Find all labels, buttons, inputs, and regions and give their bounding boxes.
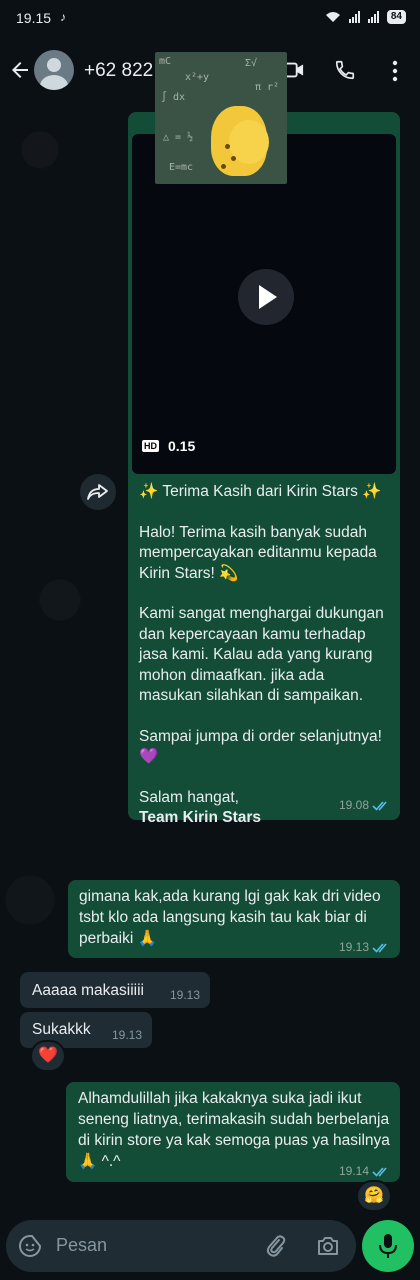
message-bubble-incoming[interactable]: Aaaaa makasiiiii 19.13	[20, 972, 210, 1008]
more-options-icon[interactable]	[392, 60, 398, 82]
message-meta: 19.13	[339, 940, 390, 954]
message-time: 19.14	[338, 1164, 369, 1178]
status-time: 19.15	[16, 10, 52, 26]
message-meta: 19.14	[339, 1164, 390, 1178]
wifi-icon	[325, 12, 340, 22]
message-text: Aaaaa makasiiiii	[32, 982, 144, 999]
signal-icon-2	[367, 11, 379, 23]
forward-icon	[87, 484, 108, 500]
message-time: 19.13	[338, 940, 369, 954]
read-ticks-icon	[372, 1166, 387, 1177]
message-text: Alhamdulillah jika kakaknya suka jadi ik…	[78, 1090, 390, 1170]
signal-icon	[348, 11, 360, 23]
caption-title: ✨ Terima Kasih dari Kirin Stars ✨	[139, 483, 382, 500]
avatar[interactable]	[34, 50, 74, 90]
microphone-icon	[379, 1234, 397, 1258]
message-text: Sukakkk	[32, 1021, 91, 1038]
status-bar: 19.15 ♪ 84	[0, 0, 420, 38]
message-input-bar[interactable]: Pesan	[6, 1220, 356, 1272]
message-input[interactable]: Pesan	[56, 1235, 107, 1256]
forward-button[interactable]	[80, 474, 116, 510]
caption-paragraph-1: Halo! Terima kasih banyak sudah memperca…	[139, 523, 377, 582]
caption-paragraph-2: Kami sangat menghargai dukungan dan kepe…	[139, 605, 384, 704]
voice-message-button[interactable]	[362, 1220, 414, 1272]
play-button[interactable]	[238, 269, 294, 325]
sticker-emoji-icon[interactable]	[18, 1234, 42, 1258]
video-thumbnail[interactable]: HD 0.15	[132, 134, 396, 474]
camera-icon[interactable]	[316, 1235, 340, 1257]
read-ticks-icon	[372, 800, 387, 811]
play-icon	[259, 285, 277, 309]
video-message-bubble[interactable]: HD 0.15 ✨ Terima Kasih dari Kirin Stars …	[128, 112, 400, 826]
tiktok-notification-icon: ♪	[60, 10, 66, 24]
back-arrow-icon[interactable]	[8, 58, 32, 82]
message-meta: 19.08	[339, 798, 390, 812]
hd-badge: HD	[142, 440, 159, 452]
contact-name[interactable]: +62 822	[84, 60, 153, 82]
status-icons: 84	[325, 10, 406, 24]
message-reaction[interactable]: ❤️	[30, 1040, 66, 1072]
message-time: 19.13	[169, 988, 200, 1002]
video-caption: ✨ Terima Kasih dari Kirin Stars ✨ Halo! …	[139, 482, 389, 829]
sticker-image[interactable]: mC x²+y Σ√ ∫ dx π r² △ = ½ E=mc	[155, 52, 287, 184]
message-reaction[interactable]: 🤗	[356, 1180, 392, 1212]
message-time: 19.13	[111, 1028, 142, 1042]
message-bubble-outgoing[interactable]: gimana kak,ada kurang lgi gak kak dri vi…	[68, 880, 400, 958]
video-duration: 0.15	[168, 438, 196, 454]
message-bubble-outgoing[interactable]: Alhamdulillah jika kakaknya suka jadi ik…	[66, 1082, 400, 1182]
message-time: 19.08	[338, 798, 369, 812]
caption-paragraph-3: Sampai jumpa di order selanjutnya! 💜	[139, 727, 382, 766]
battery-indicator: 84	[386, 10, 406, 24]
attach-icon[interactable]	[264, 1234, 286, 1258]
read-ticks-icon	[372, 942, 387, 953]
phone-call-icon[interactable]	[334, 59, 356, 81]
